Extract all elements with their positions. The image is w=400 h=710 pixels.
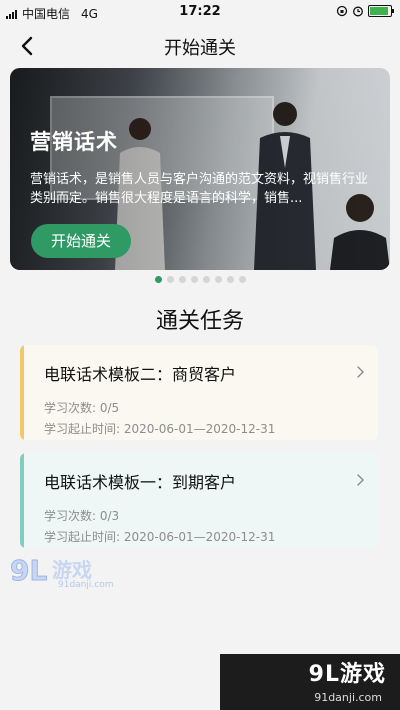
- watermark-site: 91danji.com: [58, 580, 114, 590]
- task-card[interactable]: 电联话术模板一：到期客户 学习次数: 0/3 学习起止时间: 2020-06-0…: [20, 453, 378, 548]
- corner-watermark-site: 91danji.com: [314, 691, 382, 704]
- status-right: [336, 5, 394, 17]
- carousel-dot[interactable]: [166, 276, 174, 283]
- banner-description: 营销话术，是销售人员与客户沟通的范文资料，视销售行业类别而定。销售很大程度是语言…: [30, 172, 369, 206]
- task-period: 学习起止时间: 2020-06-01—2020-12-31: [44, 422, 276, 436]
- alarm-icon: [353, 6, 363, 17]
- carousel-dot[interactable]: [190, 276, 198, 283]
- task-study-count: 学习次数: 0/3: [44, 509, 120, 523]
- carousel-dot[interactable]: [214, 276, 222, 283]
- task-accent-stripe: [20, 345, 24, 440]
- carousel-dot[interactable]: [202, 276, 210, 283]
- task-title: 电联话术模板二：商贸客户: [44, 365, 237, 384]
- carousel-dot[interactable]: [178, 276, 186, 283]
- chevron-right-icon: [357, 474, 364, 486]
- task-title: 电联话术模板一：到期客户: [44, 473, 237, 492]
- svg-text:9L: 9L: [10, 554, 47, 587]
- task-study-count: 学习次数: 0/5: [44, 401, 120, 415]
- section-title: 通关任务: [155, 309, 244, 334]
- carousel-dot[interactable]: [238, 276, 246, 283]
- carousel-dot[interactable]: [154, 276, 162, 283]
- corner-watermark: 9L游戏 91danji.com: [220, 654, 400, 710]
- banner-carousel[interactable]: 营销话术 营销话术，是销售人员与客户沟通的范文资料，视销售行业类别而定。销售很大…: [10, 68, 390, 270]
- orientation-lock-icon: [336, 5, 348, 17]
- carousel-indicator: [0, 276, 400, 283]
- corner-watermark-logo: 9L游戏: [308, 662, 386, 687]
- page-title: 开始通关: [164, 38, 236, 59]
- battery-icon: [368, 5, 394, 17]
- task-card[interactable]: 电联话术模板二：商贸客户 学习次数: 0/5 学习起止时间: 2020-06-0…: [20, 345, 378, 440]
- task-accent-stripe: [20, 453, 24, 548]
- svg-text:游戏: 游戏: [52, 558, 92, 582]
- nav-bar: 开始通关: [0, 24, 400, 68]
- carousel-dot[interactable]: [226, 276, 234, 283]
- task-period: 学习起止时间: 2020-06-01—2020-12-31: [44, 530, 276, 544]
- banner-title: 营销话术: [30, 130, 118, 154]
- chevron-right-icon: [357, 366, 364, 378]
- status-bar: 中国电信 4G 17:22: [0, 0, 400, 24]
- start-button[interactable]: 开始通关: [31, 224, 131, 258]
